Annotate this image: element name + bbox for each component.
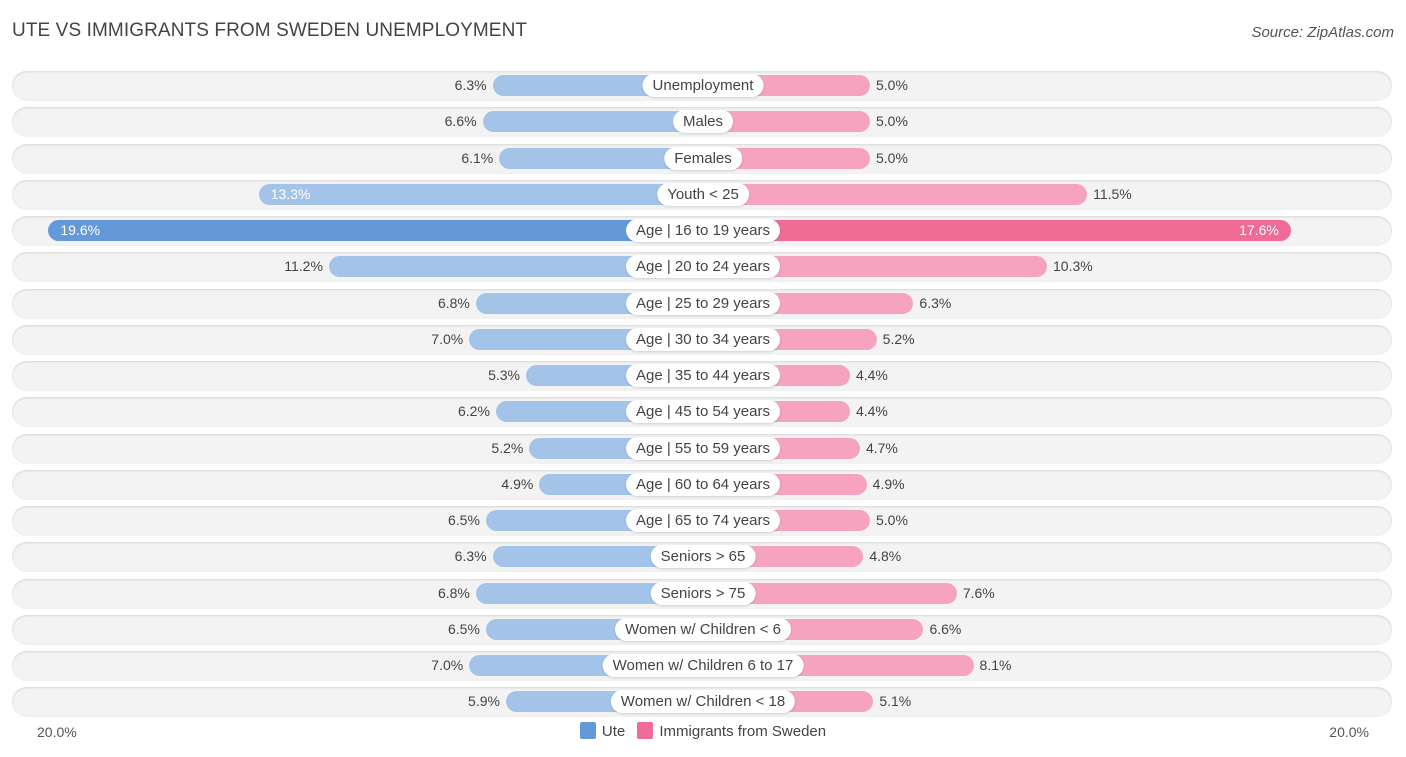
value-label-ute: 5.3%: [488, 367, 520, 383]
category-label: Seniors > 75: [650, 581, 756, 605]
chart-row: 7.0% 5.2% Age | 30 to 34 years: [12, 324, 1392, 354]
bar-immigrants: [703, 183, 1088, 205]
legend: Ute Immigrants from Sweden: [0, 722, 1406, 740]
chart-row: 11.2% 10.3% Age | 20 to 24 years: [12, 252, 1392, 282]
category-label: Women w/ Children < 6: [614, 617, 792, 641]
value-label-immigrants: 7.6%: [962, 584, 995, 601]
value-label-ute: 5.2%: [491, 439, 524, 456]
category-label: Age | 20 to 24 years: [626, 255, 780, 279]
category-label: Age | 55 to 59 years: [626, 436, 780, 460]
value-label-immigrants: 5.1%: [879, 693, 912, 710]
value-label-ute: 6.3%: [454, 77, 487, 93]
value-label-ute: 6.5%: [447, 512, 480, 528]
category-label: Age | 45 to 54 years: [626, 400, 780, 424]
value-label-ute: 19.6%: [60, 222, 101, 238]
category-label: Women w/ Children < 18: [610, 690, 796, 714]
value-label-ute: 6.5%: [447, 620, 480, 637]
chart-row: 6.8% 6.3% Age | 25 to 29 years: [12, 288, 1392, 318]
value-label-ute: 6.2%: [458, 403, 490, 420]
value-label-immigrants: 11.5%: [1093, 185, 1132, 202]
chart-row: 19.6% 17.6% Age | 16 to 19 years: [12, 216, 1392, 245]
value-label-immigrants: 8.1%: [979, 657, 1012, 673]
value-label-ute: 4.9%: [501, 475, 534, 492]
legend-label-immigrants: Immigrants from Sweden: [659, 723, 827, 740]
category-label: Age | 65 to 74 years: [626, 509, 780, 532]
chart-row: 5.9% 5.1% Women w/ Children < 18: [12, 687, 1392, 717]
chart-row: 6.3% 5.0% Unemployment: [12, 71, 1392, 100]
category-label: Seniors > 65: [650, 545, 756, 569]
value-label-immigrants: 5.0%: [876, 113, 908, 130]
chart-row: 6.3% 4.8% Seniors > 65: [12, 542, 1392, 572]
value-label-immigrants: 5.0%: [876, 512, 908, 528]
value-label-ute: 11.2%: [284, 258, 323, 275]
value-label-immigrants: 4.7%: [865, 439, 898, 456]
legend-item-ute: Ute: [579, 722, 626, 740]
category-label: Age | 16 to 19 years: [626, 219, 780, 242]
value-label-immigrants: 5.0%: [876, 77, 908, 93]
chart-row: 6.2% 4.4% Age | 45 to 54 years: [12, 397, 1392, 427]
value-label-immigrants: 17.6%: [1239, 222, 1279, 238]
category-label: Age | 25 to 29 years: [626, 291, 780, 315]
value-label-immigrants: 5.2%: [882, 330, 915, 347]
category-label: Males: [672, 110, 734, 134]
legend-label-ute: Ute: [601, 723, 626, 740]
value-label-ute: 6.1%: [461, 149, 494, 166]
chart-row: 7.0% 8.1% Women w/ Children 6 to 17: [12, 651, 1392, 680]
source-label: Source: ZipAtlas.com: [1251, 24, 1394, 41]
bar-ute: [482, 111, 703, 133]
legend-item-immigrants: Immigrants from Sweden: [637, 722, 826, 740]
value-label-immigrants: 4.4%: [855, 403, 888, 420]
legend-swatch-immigrants: [637, 722, 654, 739]
value-label-ute: 6.6%: [444, 113, 477, 130]
value-label-immigrants: 6.6%: [929, 620, 962, 637]
category-label: Unemployment: [642, 74, 764, 97]
chart-row: 4.9% 4.9% Age | 60 to 64 years: [12, 469, 1392, 499]
chart-row: 5.2% 4.7% Age | 55 to 59 years: [12, 433, 1392, 463]
value-label-immigrants: 10.3%: [1053, 258, 1093, 275]
bar-ute: [258, 183, 703, 205]
category-label: Age | 35 to 44 years: [626, 364, 780, 387]
value-label-ute: 6.3%: [454, 548, 487, 565]
value-label-ute: 5.9%: [468, 693, 500, 710]
category-label: Youth < 25: [657, 182, 749, 206]
chart-row: 6.6% 5.0% Males: [12, 107, 1392, 137]
chart-row: 13.3% 11.5% Youth < 25: [12, 179, 1392, 209]
value-label-immigrants: 6.3%: [919, 294, 952, 311]
legend-swatch-ute: [579, 722, 596, 739]
category-label: Women w/ Children 6 to 17: [602, 654, 804, 677]
category-label: Age | 30 to 34 years: [626, 327, 780, 351]
value-label-immigrants: 5.0%: [876, 149, 908, 166]
value-label-ute: 7.0%: [431, 657, 464, 673]
chart-title: UTE VS IMMIGRANTS FROM SWEDEN UNEMPLOYME…: [12, 20, 528, 41]
value-label-immigrants: 4.8%: [869, 548, 902, 565]
bar-ute: [48, 220, 703, 241]
value-label-ute: 13.3%: [270, 185, 311, 202]
bar-immigrants: [703, 220, 1291, 241]
chart-row: 6.8% 7.6% Seniors > 75: [12, 578, 1392, 608]
value-label-ute: 6.8%: [437, 584, 470, 601]
chart-row: 6.1% 5.0% Females: [12, 143, 1392, 173]
chart-row: 6.5% 6.6% Women w/ Children < 6: [12, 614, 1392, 644]
category-label: Females: [664, 146, 742, 170]
value-label-ute: 7.0%: [431, 330, 464, 347]
value-label-ute: 6.8%: [437, 294, 470, 311]
chart-row: 6.5% 5.0% Age | 65 to 74 years: [12, 506, 1392, 535]
category-label: Age | 60 to 64 years: [626, 472, 780, 496]
value-label-immigrants: 4.4%: [855, 367, 888, 383]
chart-row: 5.3% 4.4% Age | 35 to 44 years: [12, 361, 1392, 390]
value-label-immigrants: 4.9%: [872, 475, 905, 492]
